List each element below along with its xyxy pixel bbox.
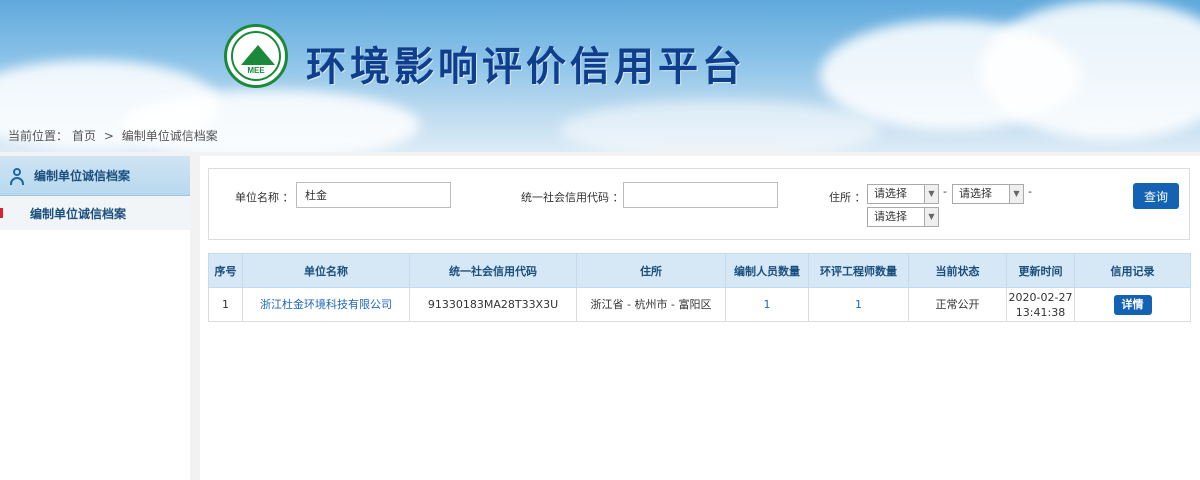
column-header-engineer-count: 环评工程师数量 <box>808 253 909 288</box>
cloud-decoration <box>560 100 880 152</box>
column-header-status: 当前状态 <box>908 253 1007 288</box>
update-date: 2020-02-27 <box>1008 290 1073 304</box>
address-label: 住所 ： <box>829 191 866 204</box>
query-button[interactable]: 查询 <box>1133 183 1179 209</box>
site-title: 环境影响评价信用平台 <box>306 44 746 90</box>
breadcrumb: 当前位置： 首页 > 编制单位诚信档案 <box>8 127 222 144</box>
cell-update-time: 2020-02-27 13:41:38 <box>1006 287 1075 322</box>
unit-name-link[interactable]: 浙江杜金环境科技有限公司 <box>260 298 392 311</box>
mountain-icon <box>241 45 275 65</box>
cell-credit-code: 91330183MA28T33X3U <box>409 287 577 322</box>
breadcrumb-separator: > <box>103 129 114 143</box>
separator-dash: - <box>943 185 947 198</box>
user-icon <box>8 167 26 185</box>
district-select-value: 请选择 <box>874 210 907 223</box>
detail-button[interactable]: 详情 <box>1113 294 1152 315</box>
cell-status: 正常公开 <box>908 287 1007 322</box>
column-header-credit-record: 信用记录 <box>1074 253 1191 288</box>
search-form: 单位名称 ： 统一社会信用代码 ： 住所 ： 请选择 ▼ - 请选择 ▼ - 请… <box>208 168 1190 240</box>
table-header-row: 序号 单位名称 统一社会信用代码 住所 编制人员数量 环评工程师数量 当前状态 … <box>208 253 1191 288</box>
page-header: MEE 环境影响评价信用平台 当前位置： 首页 > 编制单位诚信档案 <box>0 0 1200 152</box>
staff-count-link[interactable]: 1 <box>764 298 771 311</box>
province-select-value: 请选择 <box>874 187 907 200</box>
main-content: 单位名称 ： 统一社会信用代码 ： 住所 ： 请选择 ▼ - 请选择 ▼ - 请… <box>200 156 1200 480</box>
column-header-unit-name: 单位名称 <box>242 253 410 288</box>
mee-logo-emblem: MEE <box>231 31 281 81</box>
unit-name-input[interactable] <box>296 182 451 208</box>
results-table: 序号 单位名称 统一社会信用代码 住所 编制人员数量 环评工程师数量 当前状态 … <box>208 253 1191 322</box>
chevron-down-icon: ▼ <box>924 208 938 226</box>
breadcrumb-current: 编制单位诚信档案 <box>121 129 218 143</box>
district-select[interactable]: 请选择 ▼ <box>867 207 939 227</box>
cell-address: 浙江省 - 杭州市 - 富阳区 <box>576 287 726 322</box>
province-select[interactable]: 请选择 ▼ <box>867 184 939 204</box>
mee-logo: MEE <box>224 24 288 88</box>
column-header-update-time: 更新时间 <box>1006 253 1075 288</box>
city-select[interactable]: 请选择 ▼ <box>952 184 1024 204</box>
credit-code-input[interactable] <box>623 182 778 208</box>
chevron-down-icon: ▼ <box>1009 185 1023 203</box>
sidebar-item-label: 编制单位诚信档案 <box>30 206 127 221</box>
column-header-credit-code: 统一社会信用代码 <box>409 253 577 288</box>
column-header-address: 住所 <box>576 253 726 288</box>
column-header-index: 序号 <box>208 253 243 288</box>
city-select-value: 请选择 <box>959 187 992 200</box>
unit-name-label: 单位名称 ： <box>235 191 294 204</box>
chevron-down-icon: ▼ <box>924 185 938 203</box>
sidebar-heading[interactable]: 编制单位诚信档案 <box>0 156 190 196</box>
cell-index: 1 <box>208 287 243 322</box>
separator-dash: - <box>1028 185 1032 198</box>
engineer-count-link[interactable]: 1 <box>855 298 862 311</box>
credit-code-label: 统一社会信用代码 ： <box>521 191 624 204</box>
sidebar-item-unit-credit-archive[interactable]: 编制单位诚信档案 <box>0 196 190 230</box>
sidebar-heading-label: 编制单位诚信档案 <box>34 169 131 183</box>
breadcrumb-prefix: 当前位置： <box>8 129 69 143</box>
column-header-staff-count: 编制人员数量 <box>725 253 809 288</box>
breadcrumb-home-link[interactable]: 首页 <box>72 129 96 143</box>
logo-text: MEE <box>247 66 265 75</box>
sidebar: 编制单位诚信档案 编制单位诚信档案 <box>0 156 190 480</box>
active-marker <box>0 208 3 218</box>
table-row: 1 浙江杜金环境科技有限公司 91330183MA28T33X3U 浙江省 - … <box>208 287 1191 322</box>
update-time: 13:41:38 <box>1015 305 1066 319</box>
